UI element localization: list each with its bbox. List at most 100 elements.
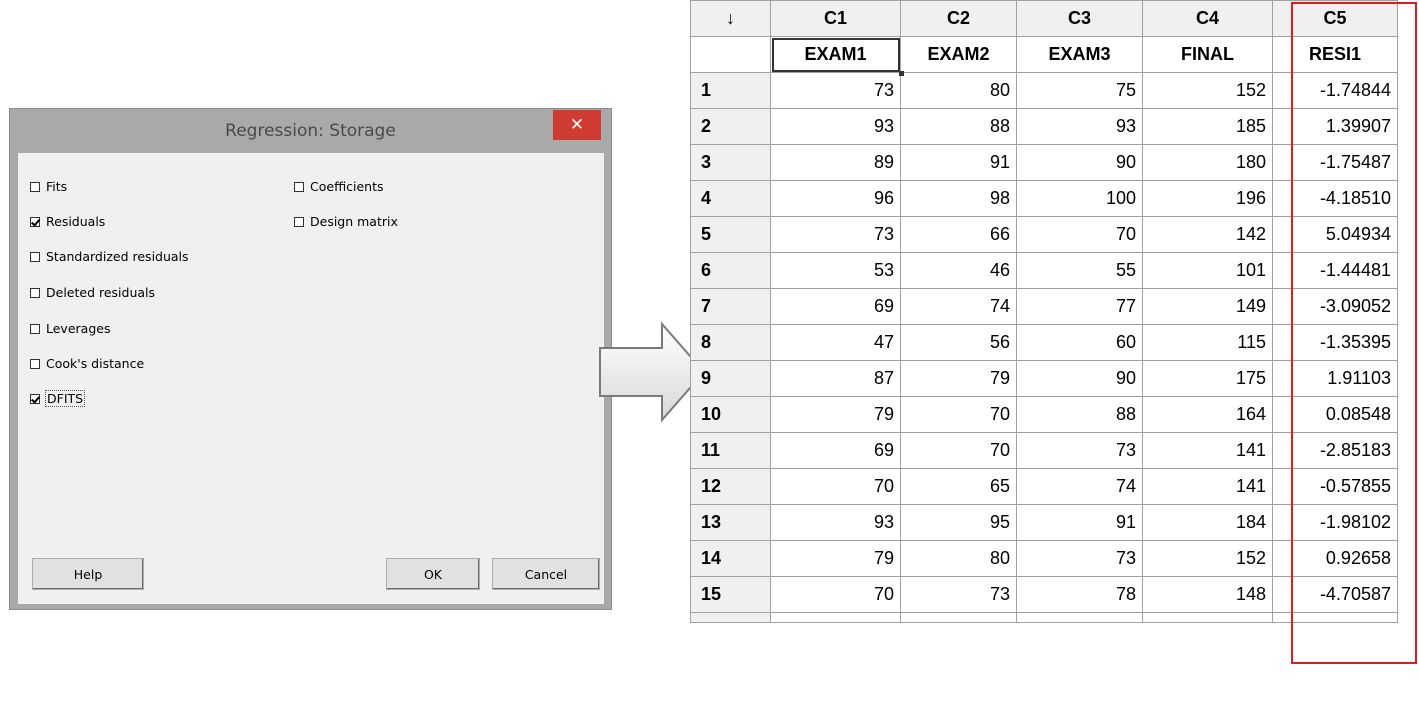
data-cell[interactable]: 46 [900,252,1017,289]
data-cell[interactable]: 79 [900,360,1017,397]
data-cell[interactable]: 77 [1016,288,1143,325]
column-name-cell[interactable]: EXAM1 [770,36,905,77]
data-cell[interactable]: 56 [900,324,1017,361]
dfits-checkbox[interactable]: DFITS [30,390,86,407]
data-cell[interactable]: 185 [1142,108,1273,145]
row-number[interactable]: 7 [690,288,771,325]
data-cell[interactable]: 75 [1016,72,1143,109]
row-number[interactable]: 8 [690,324,771,361]
corner-cell[interactable]: ↓ [690,0,771,37]
data-cell[interactable]: 1.39907 [1272,108,1398,145]
data-cell[interactable] [900,612,1017,623]
data-cell[interactable]: 141 [1142,432,1273,469]
data-cell[interactable]: -1.75487 [1272,144,1398,181]
design-matrix-checkbox[interactable]: Design matrix [294,214,398,229]
data-cell[interactable]: 93 [770,108,901,145]
data-cell[interactable]: 175 [1142,360,1273,397]
close-button[interactable]: ✕ [553,110,601,140]
row-number[interactable]: 2 [690,108,771,145]
data-cell[interactable]: 100 [1016,180,1143,217]
data-cell[interactable]: 90 [1016,144,1143,181]
data-cell[interactable]: 141 [1142,468,1273,505]
column-header[interactable]: C2 [900,0,1017,37]
data-cell[interactable]: 0.08548 [1272,396,1398,433]
standardized-residuals-checkbox[interactable]: Standardized residuals [30,249,189,264]
data-cell[interactable]: -1.44481 [1272,252,1398,289]
data-cell[interactable]: -1.35395 [1272,324,1398,361]
data-cell[interactable]: 74 [900,288,1017,325]
data-cell[interactable]: 91 [1016,504,1143,541]
row-number[interactable]: 12 [690,468,771,505]
data-cell[interactable]: -0.57855 [1272,468,1398,505]
data-cell[interactable]: 65 [900,468,1017,505]
cancel-button[interactable]: Cancel [492,558,600,590]
data-cell[interactable]: 101 [1142,252,1273,289]
data-cell[interactable]: 73 [900,576,1017,613]
data-cell[interactable]: 79 [770,396,901,433]
coefficients-checkbox[interactable]: Coefficients [294,179,384,194]
data-cell[interactable]: 53 [770,252,901,289]
data-cell[interactable]: 0.92658 [1272,540,1398,577]
data-cell[interactable]: 142 [1142,216,1273,253]
data-cell[interactable] [770,612,901,623]
row-number[interactable]: 14 [690,540,771,577]
column-name-cell[interactable]: EXAM2 [900,36,1017,73]
data-cell[interactable]: 1.91103 [1272,360,1398,397]
data-cell[interactable]: -4.18510 [1272,180,1398,217]
cooks-distance-checkbox[interactable]: Cook's distance [30,356,144,371]
data-cell[interactable]: 96 [770,180,901,217]
data-cell[interactable] [1016,612,1143,623]
data-cell[interactable]: -1.98102 [1272,504,1398,541]
column-header[interactable]: C4 [1142,0,1273,37]
data-cell[interactable]: 90 [1016,360,1143,397]
row-number[interactable]: 3 [690,144,771,181]
data-cell[interactable]: 70 [900,432,1017,469]
column-name-cell[interactable]: FINAL [1142,36,1273,73]
column-header[interactable]: C5 [1272,0,1398,37]
row-number[interactable]: 6 [690,252,771,289]
data-cell[interactable]: 73 [770,216,901,253]
data-cell[interactable]: 73 [1016,432,1143,469]
column-name-cell[interactable]: EXAM3 [1016,36,1143,73]
data-cell[interactable]: 152 [1142,72,1273,109]
data-cell[interactable]: 89 [770,144,901,181]
data-cell[interactable]: 115 [1142,324,1273,361]
column-header[interactable]: C3 [1016,0,1143,37]
data-cell[interactable]: 80 [900,540,1017,577]
data-cell[interactable]: 164 [1142,396,1273,433]
data-cell[interactable]: 88 [1016,396,1143,433]
data-cell[interactable]: -1.74844 [1272,72,1398,109]
data-cell[interactable]: 69 [770,432,901,469]
row-number[interactable]: 1 [690,72,771,109]
column-name-cell[interactable]: RESI1 [1272,36,1398,73]
row-number[interactable]: 10 [690,396,771,433]
row-number[interactable]: 15 [690,576,771,613]
data-cell[interactable]: 152 [1142,540,1273,577]
row-number[interactable]: 9 [690,360,771,397]
data-cell[interactable]: 70 [900,396,1017,433]
help-button[interactable]: Help [32,558,144,590]
data-cell[interactable]: -4.70587 [1272,576,1398,613]
data-cell[interactable]: 55 [1016,252,1143,289]
data-cell[interactable]: -3.09052 [1272,288,1398,325]
data-cell[interactable]: -2.85183 [1272,432,1398,469]
data-cell[interactable]: 70 [1016,216,1143,253]
data-cell[interactable]: 47 [770,324,901,361]
data-cell[interactable]: 69 [770,288,901,325]
data-cell[interactable]: 180 [1142,144,1273,181]
data-cell[interactable]: 79 [770,540,901,577]
data-cell[interactable]: 78 [1016,576,1143,613]
data-cell[interactable]: 196 [1142,180,1273,217]
ok-button[interactable]: OK [386,558,480,590]
data-cell[interactable]: 74 [1016,468,1143,505]
leverages-checkbox[interactable]: Leverages [30,321,110,336]
dialog-titlebar[interactable]: Regression: Storage ✕ [10,109,611,153]
fits-checkbox[interactable]: Fits [30,179,67,194]
data-cell[interactable]: 60 [1016,324,1143,361]
data-cell[interactable]: 5.04934 [1272,216,1398,253]
data-cell[interactable]: 184 [1142,504,1273,541]
data-cell[interactable]: 80 [900,72,1017,109]
data-cell[interactable]: 95 [900,504,1017,541]
row-number[interactable]: 13 [690,504,771,541]
column-header[interactable]: C1 [770,0,901,37]
